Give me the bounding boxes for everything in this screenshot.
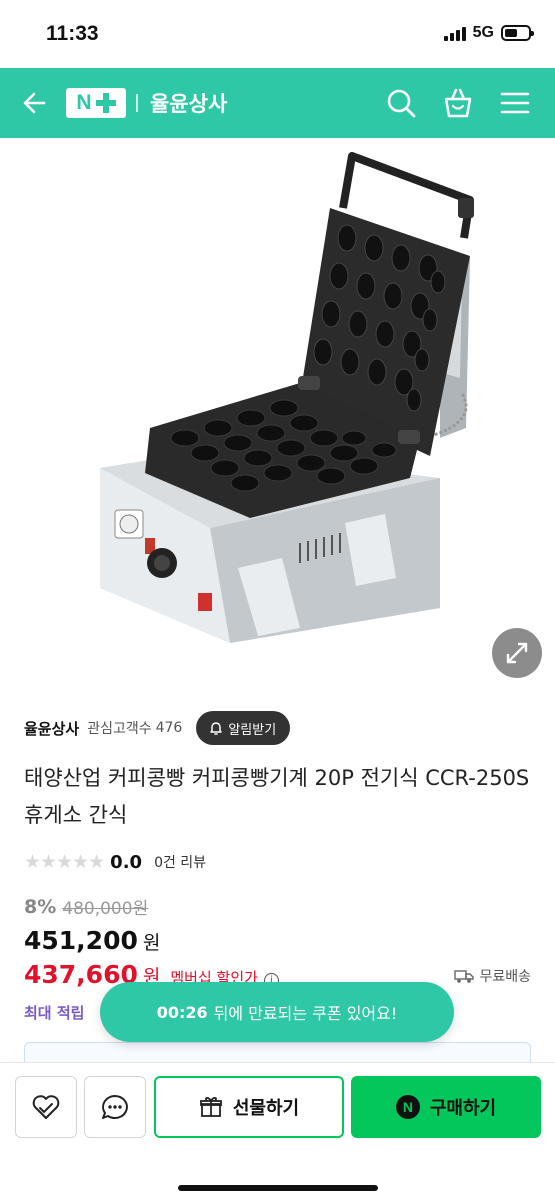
review-count[interactable]: 0건 리뷰 bbox=[154, 852, 206, 872]
toast-countdown: 00:26 bbox=[156, 1002, 208, 1022]
gift-label: 선물하기 bbox=[232, 1098, 300, 1119]
rating-stars-icon: ★★★★★ bbox=[24, 851, 105, 873]
status-time: 11:33 bbox=[46, 22, 99, 45]
inquiry-button[interactable] bbox=[84, 1076, 146, 1138]
follower-count: 476 bbox=[155, 720, 183, 736]
seller-row: 율윤상사 관심고객수 476 알림받기 bbox=[24, 710, 531, 746]
expand-image-button[interactable] bbox=[492, 628, 542, 678]
buy-label: 구매하기 bbox=[429, 1098, 497, 1119]
sale-price: 451,200 bbox=[24, 926, 138, 955]
price-unit: 원 bbox=[142, 932, 161, 954]
follower-label: 관심고객수 bbox=[87, 721, 152, 737]
product-title: 태양산업 커피콩빵 커피콩빵기계 20P 전기식 CCR-250S 휴게소 간식 bbox=[24, 766, 530, 827]
bell-plus-icon bbox=[210, 722, 223, 735]
network-label: 5G bbox=[472, 24, 494, 41]
rating-value: 0.0 bbox=[110, 851, 143, 873]
header-divider bbox=[136, 94, 138, 112]
gift-icon bbox=[199, 1097, 222, 1117]
shipping-label: 무료배송 bbox=[479, 969, 531, 985]
naver-n-icon: N bbox=[395, 1095, 420, 1119]
cart-button[interactable] bbox=[441, 86, 475, 120]
search-icon bbox=[387, 89, 416, 118]
expand-icon bbox=[506, 642, 528, 664]
battery-icon bbox=[501, 25, 534, 41]
hamburger-menu-icon bbox=[500, 92, 530, 114]
naver-plus-logo[interactable]: N bbox=[66, 88, 126, 118]
back-button[interactable] bbox=[20, 88, 50, 118]
notify-button[interactable]: 알림받기 bbox=[196, 711, 291, 745]
menu-button[interactable] bbox=[498, 86, 532, 120]
discount-rate: 8% bbox=[24, 895, 57, 918]
gift-button[interactable]: 선물하기 bbox=[154, 1076, 344, 1138]
original-price: 480,000원 bbox=[62, 899, 149, 919]
max-points-label[interactable]: 최대 적립 bbox=[24, 1002, 84, 1023]
seller-name[interactable]: 율윤상사 bbox=[24, 718, 79, 739]
status-indicators: 5G bbox=[443, 24, 534, 42]
waffle-machine-illustration bbox=[100, 152, 474, 643]
status-bar: 11:33 5G bbox=[0, 0, 555, 68]
product-image[interactable] bbox=[0, 138, 555, 693]
truck-icon bbox=[454, 970, 475, 983]
buy-button[interactable]: N 구매하기 bbox=[351, 1076, 541, 1138]
rating-row[interactable]: ★★★★★ 0.0 0건 리뷰 bbox=[24, 848, 206, 876]
toast-message: 뒤에 만료되는 쿠폰 있어요! bbox=[213, 1004, 398, 1023]
store-name[interactable]: 율윤상사 bbox=[150, 88, 227, 118]
coupon-expiry-toast[interactable]: 00:26 뒤에 만료되는 쿠폰 있어요! bbox=[100, 982, 454, 1042]
notify-label: 알림받기 bbox=[228, 722, 277, 738]
wishlist-button[interactable] bbox=[15, 1076, 77, 1138]
signal-icon bbox=[443, 26, 466, 41]
discount-row: 8% 480,000원 bbox=[24, 894, 149, 920]
price-row: 451,200 원 bbox=[24, 926, 160, 955]
search-button[interactable] bbox=[384, 86, 418, 120]
shipping-info: 무료배송 bbox=[454, 966, 531, 986]
bottom-action-bar: 선물하기 N 구매하기 bbox=[0, 1062, 555, 1200]
back-arrow-icon bbox=[23, 92, 46, 114]
home-indicator bbox=[178, 1185, 378, 1191]
shopping-bag-icon bbox=[444, 88, 472, 118]
app-header: N 율윤상사 bbox=[0, 68, 555, 138]
heart-icon bbox=[32, 1095, 60, 1119]
chat-bubble-icon bbox=[102, 1095, 128, 1119]
